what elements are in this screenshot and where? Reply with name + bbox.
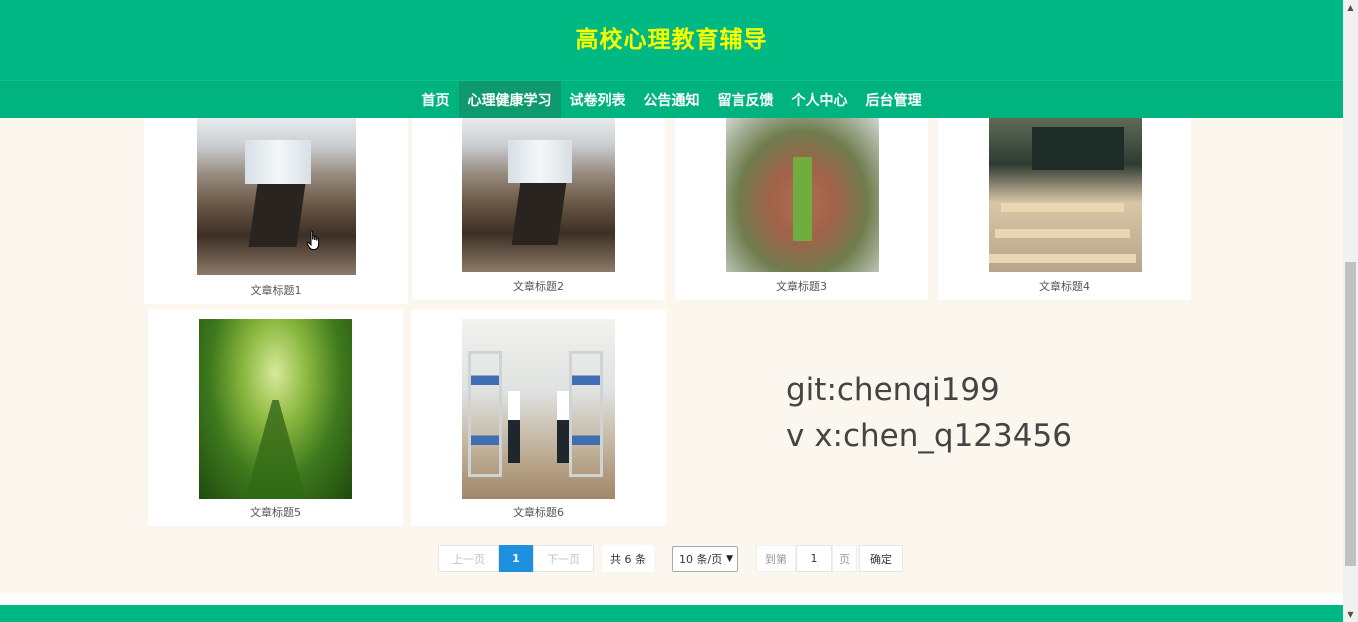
article-title[interactable]: 文章标题3 [675, 278, 928, 294]
hand-cursor-icon [306, 230, 320, 250]
next-page-button[interactable]: 下一页 [533, 545, 594, 572]
article-card[interactable]: 文章标题3 [675, 118, 928, 300]
scrollbar[interactable]: ▲ ▼ [1343, 0, 1358, 622]
blackboard-shape [1031, 127, 1124, 171]
watermark-line-1: git:chenqi199 [786, 372, 1000, 408]
bunk-bed-shape [569, 351, 603, 478]
table-shape [248, 183, 305, 247]
article-card[interactable]: 文章标题2 [412, 118, 665, 300]
site-header: 高校心理教育辅导 首页 心理健康学习 试卷列表 公告通知 留言反馈 个人中心 后… [0, 0, 1343, 118]
article-card[interactable]: 文章标题6 [411, 310, 666, 526]
nav-item-home[interactable]: 首页 [413, 81, 459, 118]
article-grid: 文章标题1 文章标题2 文章标题3 文章标题4 文章标题5 文章标题6 [0, 118, 1343, 605]
page-unit-label: 页 [832, 545, 857, 572]
desk-shape [989, 253, 1136, 263]
article-title[interactable]: 文章标题6 [411, 504, 666, 520]
main-nav: 首页 心理健康学习 试卷列表 公告通知 留言反馈 个人中心 后台管理 [0, 80, 1343, 118]
total-count: 共 6 条 [602, 545, 654, 572]
chevron-down-icon: ▼ [726, 553, 733, 564]
path-shape [244, 400, 307, 499]
page-size-value: 10 条/页 [679, 552, 723, 566]
meeting-room-image[interactable] [197, 118, 356, 275]
nav-item-mental-health-learning[interactable]: 心理健康学习 [458, 81, 561, 118]
nav-item-announcements[interactable]: 公告通知 [635, 81, 709, 118]
meeting-room-image[interactable] [462, 118, 615, 272]
goto-page-input[interactable]: 1 [796, 545, 832, 572]
person-shape [507, 391, 521, 463]
page-size-select[interactable]: 10 条/页 ▼ [672, 545, 738, 572]
article-title[interactable]: 文章标题4 [938, 278, 1191, 294]
article-card[interactable]: 文章标题1 [144, 118, 408, 304]
article-title[interactable]: 文章标题1 [144, 282, 408, 298]
prev-page-button[interactable]: 上一页 [438, 545, 499, 572]
goto-label: 到第 [756, 545, 796, 572]
forest-path-image[interactable] [199, 319, 352, 499]
bunk-bed-shape [468, 351, 502, 478]
table-shape [511, 182, 566, 245]
scroll-down-icon[interactable]: ▼ [1343, 607, 1358, 622]
site-title: 高校心理教育辅导 [575, 27, 768, 53]
site-footer [0, 605, 1343, 622]
article-card[interactable]: 文章标题5 [148, 310, 403, 526]
footer-spacer [0, 593, 1343, 605]
desk-shape [1001, 202, 1124, 212]
article-card[interactable]: 文章标题4 [938, 118, 1191, 300]
nav-item-admin[interactable]: 后台管理 [857, 81, 931, 118]
window-shape [244, 139, 312, 184]
lawn-shape [793, 156, 812, 242]
article-title[interactable]: 文章标题2 [412, 278, 665, 294]
confirm-button[interactable]: 确定 [859, 545, 903, 572]
classroom-image[interactable] [989, 118, 1142, 272]
nav-item-personal-center[interactable]: 个人中心 [783, 81, 857, 118]
nav-item-exam-list[interactable]: 试卷列表 [561, 81, 635, 118]
scroll-up-icon[interactable]: ▲ [1343, 0, 1358, 15]
person-shape [556, 391, 570, 463]
watermark-line-2: v x:chen_q123456 [786, 418, 1072, 454]
desk-shape [995, 228, 1130, 239]
window-shape [507, 139, 573, 183]
campus-aerial-image[interactable] [726, 118, 879, 272]
pagination: 上一页 1 下一页 共 6 条 10 条/页 ▼ 到第 1 页 确定 [438, 545, 903, 572]
dormitory-image[interactable] [462, 319, 615, 499]
nav-item-feedback[interactable]: 留言反馈 [709, 81, 783, 118]
scroll-thumb[interactable] [1345, 262, 1356, 566]
article-title[interactable]: 文章标题5 [148, 504, 403, 520]
page-number-current[interactable]: 1 [499, 545, 533, 572]
